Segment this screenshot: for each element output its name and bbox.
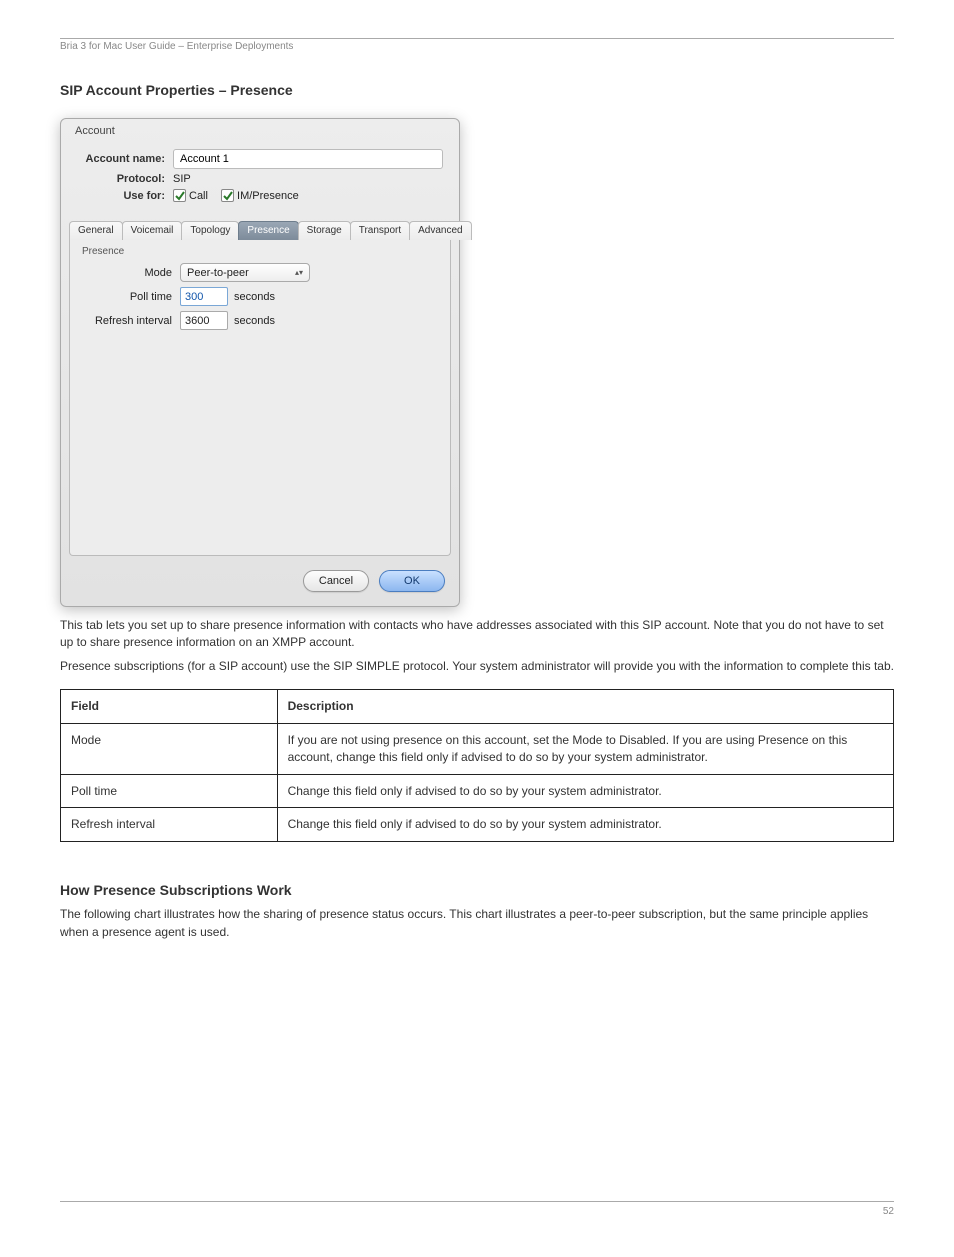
table-row: Poll time Change this field only if advi… [61, 774, 894, 808]
poll-label: Poll time [80, 291, 180, 303]
ok-button[interactable]: OK [379, 570, 445, 592]
account-name-input[interactable] [173, 149, 443, 169]
im-checkbox-label: IM/Presence [237, 190, 299, 202]
presence-group-label: Presence [82, 246, 440, 257]
tab-topology[interactable]: Topology [181, 221, 239, 240]
table-header-field: Field [61, 690, 278, 724]
tab-storage[interactable]: Storage [298, 221, 351, 240]
section-heading: SIP Account Properties – Presence [60, 82, 894, 98]
refresh-input[interactable] [180, 311, 228, 330]
table-row: Refresh interval Change this field only … [61, 808, 894, 842]
cancel-button[interactable]: Cancel [303, 570, 369, 592]
account-name-label: Account name: [77, 153, 173, 165]
tab-general[interactable]: General [69, 221, 123, 240]
chevron-updown-icon: ▴▾ [295, 268, 303, 277]
im-checkbox[interactable] [221, 189, 234, 202]
mode-select[interactable]: Peer-to-peer ▴▾ [180, 263, 310, 282]
tab-voicemail[interactable]: Voicemail [122, 221, 183, 240]
cell-field: Mode [61, 723, 278, 774]
poll-unit: seconds [234, 291, 275, 303]
mode-label: Mode [80, 267, 180, 279]
account-dialog: Account Account name: Protocol: SIP Use … [60, 118, 460, 607]
table-header-description: Description [277, 690, 893, 724]
call-checkbox[interactable] [173, 189, 186, 202]
howworks-heading: How Presence Subscriptions Work [60, 882, 894, 898]
cell-desc: If you are not using presence on this ac… [277, 723, 893, 774]
refresh-label: Refresh interval [80, 315, 180, 327]
presence-panel: Presence Mode Peer-to-peer ▴▾ Poll time … [69, 240, 451, 556]
tab-advanced[interactable]: Advanced [409, 221, 471, 240]
tab-transport[interactable]: Transport [350, 221, 410, 240]
protocol-value: SIP [173, 173, 191, 185]
fields-table: Field Description Mode If you are not us… [60, 689, 894, 842]
intro-paragraph-1: This tab lets you set up to share presen… [60, 617, 894, 652]
header-left: Bria 3 for Mac User Guide – Enterprise D… [60, 41, 293, 52]
cell-desc: Change this field only if advised to do … [277, 808, 893, 842]
cell-field: Poll time [61, 774, 278, 808]
howworks-paragraph: The following chart illustrates how the … [60, 906, 894, 941]
window-title: Account [61, 119, 459, 139]
mode-select-value: Peer-to-peer [187, 267, 249, 279]
tab-presence[interactable]: Presence [238, 221, 298, 240]
intro-paragraph-2: Presence subscriptions (for a SIP accoun… [60, 658, 894, 675]
tab-bar: General Voicemail Topology Presence Stor… [69, 220, 451, 240]
poll-input[interactable] [180, 287, 228, 306]
cell-field: Refresh interval [61, 808, 278, 842]
table-row: Mode If you are not using presence on th… [61, 723, 894, 774]
call-checkbox-label: Call [189, 190, 208, 202]
refresh-unit: seconds [234, 315, 275, 327]
protocol-label: Protocol: [77, 173, 173, 185]
usefor-label: Use for: [77, 190, 173, 202]
cell-desc: Change this field only if advised to do … [277, 774, 893, 808]
page-number: 52 [883, 1206, 894, 1217]
